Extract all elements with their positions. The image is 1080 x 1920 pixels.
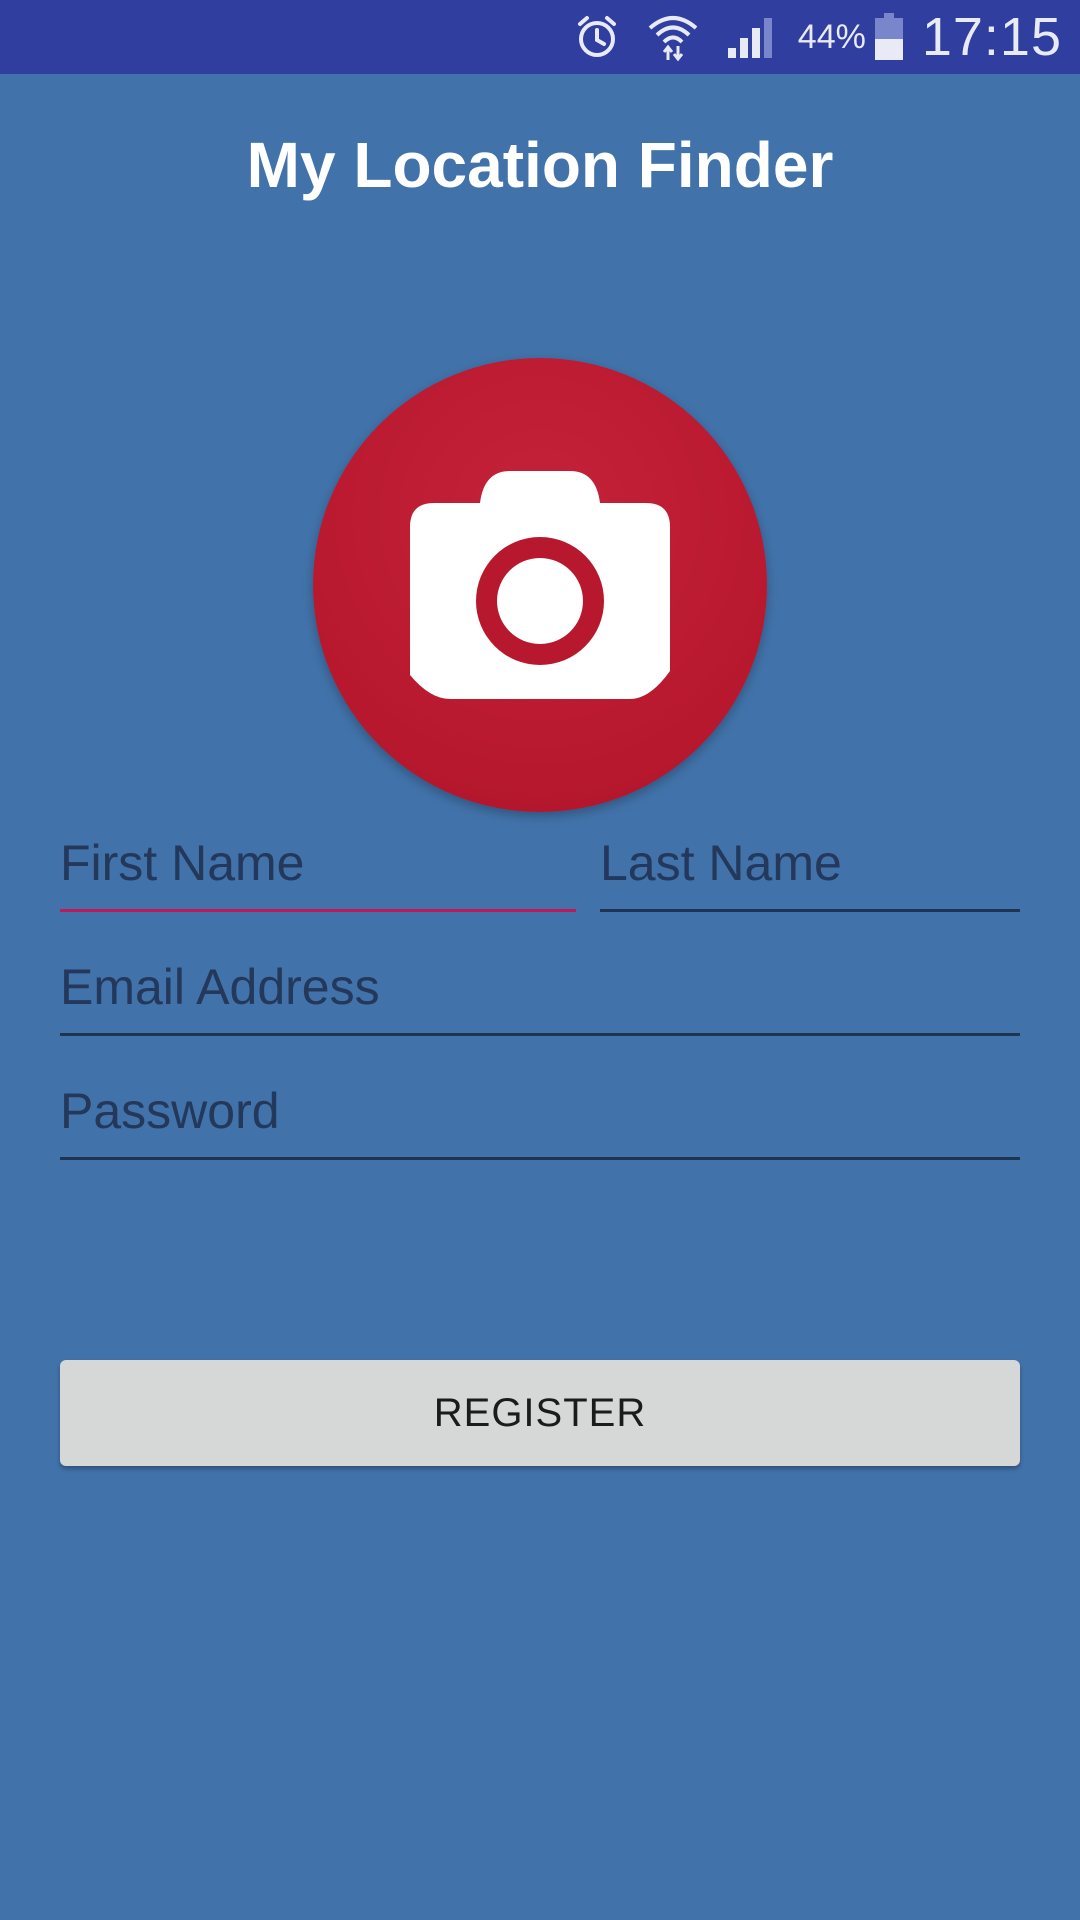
signal-icon (726, 14, 776, 60)
app-title: My Location Finder (246, 129, 834, 201)
profile-photo-button[interactable] (313, 358, 767, 812)
email-field[interactable] (60, 946, 1020, 1036)
alarm-icon (574, 14, 620, 60)
email-input[interactable] (60, 946, 1020, 1033)
camera-icon (410, 471, 670, 699)
first-name-field[interactable] (60, 822, 576, 912)
last-name-field[interactable] (600, 822, 1020, 912)
last-name-input[interactable] (600, 822, 1020, 909)
first-name-input[interactable] (60, 822, 576, 909)
battery-percent: 44% (797, 17, 866, 56)
password-field[interactable] (60, 1070, 1020, 1160)
battery-icon (874, 13, 904, 61)
wifi-icon (646, 12, 700, 62)
password-input[interactable] (60, 1070, 1020, 1157)
status-bar: 44% 17:15 (0, 0, 1080, 74)
register-button[interactable]: REGISTER (60, 1360, 1020, 1466)
clock: 17:15 (921, 7, 1062, 67)
